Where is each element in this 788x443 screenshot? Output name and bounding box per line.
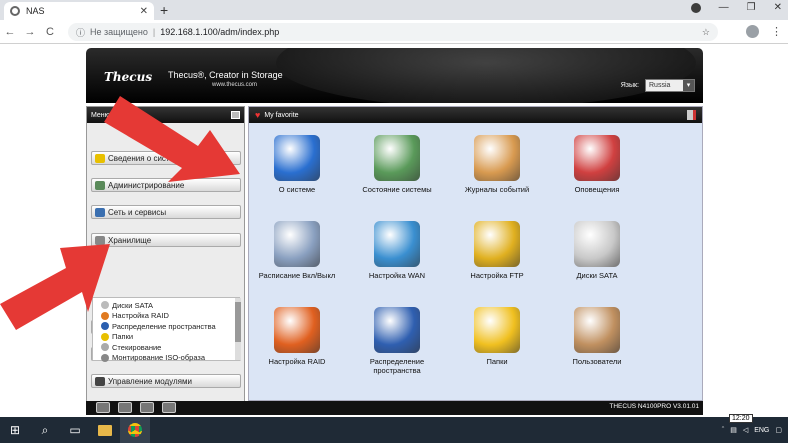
warning-icon: ⓘ <box>76 27 86 38</box>
nas-page: Thecus Thecus®, Creator in Storage www.t… <box>0 44 788 417</box>
windows-taskbar: ⊞ ⌕ ▭ ˆ ▤ ◁ ENG ▢ 12:20 <box>0 414 788 443</box>
tab-search-icon[interactable] <box>690 2 701 13</box>
network-tray-icon[interactable]: ▤ <box>730 426 737 434</box>
file-explorer-icon[interactable] <box>90 417 120 443</box>
profile-avatar[interactable] <box>746 25 759 38</box>
annotation-arrows <box>0 96 240 330</box>
back-button[interactable]: ← <box>0 26 20 38</box>
minimize-button[interactable]: — <box>719 2 729 13</box>
browser-tab-strip: NAS ✕ + — ❐ ✕ <box>0 0 788 20</box>
search-icon[interactable]: ⌕ <box>30 417 60 443</box>
url-input[interactable]: ⓘ Не защищено | 192.168.1.100/adm/index.… <box>68 23 718 41</box>
security-label: Не защищено <box>90 27 148 37</box>
address-bar-row: ← → C ⓘ Не защищено | 192.168.1.100/adm/… <box>0 20 788 44</box>
url-text: 192.168.1.100/adm/index.php <box>160 27 280 37</box>
input-language[interactable]: ENG <box>754 427 769 434</box>
notification-icon[interactable]: ▢ <box>775 426 782 434</box>
red-arrow-upper <box>104 96 240 182</box>
chevron-up-icon[interactable]: ˆ <box>722 427 724 434</box>
browser-tab[interactable]: NAS ✕ <box>4 2 154 20</box>
clock[interactable]: 12:20 <box>729 414 753 423</box>
red-arrow-lower <box>0 244 110 330</box>
volume-icon[interactable]: ◁ <box>743 426 748 434</box>
globe-icon <box>10 6 20 16</box>
windows-start-icon[interactable]: ⊞ <box>0 417 30 443</box>
chrome-icon[interactable] <box>120 417 150 443</box>
task-view-icon[interactable]: ▭ <box>60 417 90 443</box>
bookmark-star-icon[interactable]: ☆ <box>702 27 710 38</box>
maximize-button[interactable]: ❐ <box>747 2 756 13</box>
reload-button[interactable]: C <box>40 26 60 38</box>
new-tab-button[interactable]: + <box>160 2 168 18</box>
menu-kebab-icon[interactable]: ⋮ <box>771 25 782 38</box>
window-controls: — ❐ ✕ <box>690 2 782 13</box>
tab-title: NAS <box>26 6 45 16</box>
close-window-button[interactable]: ✕ <box>774 2 782 13</box>
url-separator: | <box>152 27 156 37</box>
browser-right-icons: ⋮ <box>746 25 782 38</box>
forward-button[interactable]: → <box>20 26 40 38</box>
close-tab-icon[interactable]: ✕ <box>140 6 148 17</box>
